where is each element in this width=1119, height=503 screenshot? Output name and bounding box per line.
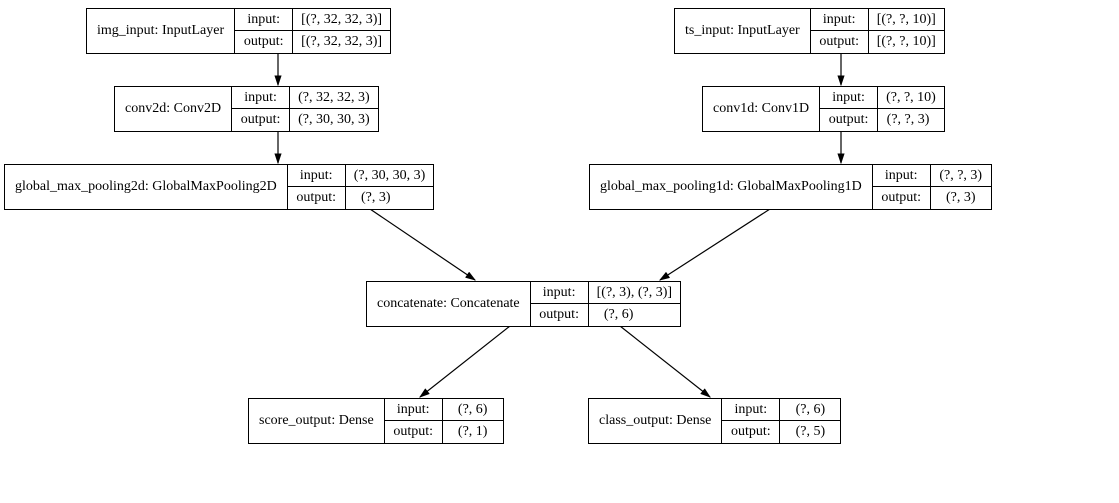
- io-label-output: output:: [235, 31, 293, 53]
- io-value: (?, 6): [589, 304, 649, 326]
- node-label: global_max_pooling2d: GlobalMaxPooling2D: [5, 165, 288, 209]
- node-label: class_output: Dense: [589, 399, 722, 443]
- io-label-input: input:: [722, 399, 780, 420]
- io-value: [(?, 32, 32, 3)]: [293, 9, 390, 30]
- io-label-output: output:: [820, 109, 878, 131]
- node-gmp2d: global_max_pooling2d: GlobalMaxPooling2D…: [4, 164, 434, 210]
- io-value: (?, 1): [443, 421, 503, 443]
- io-value: (?, 3): [346, 187, 406, 209]
- io-label-output: output:: [811, 31, 869, 53]
- node-label: global_max_pooling1d: GlobalMaxPooling1D: [590, 165, 873, 209]
- node-label: score_output: Dense: [249, 399, 385, 443]
- io-label-output: output:: [531, 304, 589, 326]
- io-label-output: output:: [722, 421, 780, 443]
- io-value: [(?, ?, 10)]: [869, 31, 944, 53]
- io-value: [(?, 3), (?, 3)]: [589, 282, 680, 303]
- io-value: (?, ?, 3): [878, 109, 938, 131]
- io-label-input: input:: [811, 9, 869, 30]
- node-label: conv1d: Conv1D: [703, 87, 820, 131]
- io-label-input: input:: [820, 87, 878, 108]
- io-label-input: input:: [232, 87, 290, 108]
- io-label-input: input:: [385, 399, 443, 420]
- io-value: (?, 6): [780, 399, 840, 420]
- node-label: img_input: InputLayer: [87, 9, 235, 53]
- node-img-input: img_input: InputLayer input: [(?, 32, 32…: [86, 8, 391, 54]
- io-value: (?, 30, 30, 3): [346, 165, 434, 186]
- node-conv2d: conv2d: Conv2D input: (?, 32, 32, 3) out…: [114, 86, 379, 132]
- io-label-input: input:: [288, 165, 346, 186]
- io-value: [(?, ?, 10)]: [869, 9, 944, 30]
- io-label-output: output:: [873, 187, 931, 209]
- node-ts-input: ts_input: InputLayer input: [(?, ?, 10)]…: [674, 8, 945, 54]
- io-value: [(?, 32, 32, 3)]: [293, 31, 390, 53]
- io-label-output: output:: [232, 109, 290, 131]
- node-score-output: score_output: Dense input: (?, 6) output…: [248, 398, 504, 444]
- io-value: (?, 32, 32, 3): [290, 87, 378, 108]
- io-value: (?, 6): [443, 399, 503, 420]
- node-class-output: class_output: Dense input: (?, 6) output…: [588, 398, 841, 444]
- io-value: (?, 5): [780, 421, 840, 443]
- node-label: ts_input: InputLayer: [675, 9, 811, 53]
- io-value: (?, ?, 3): [931, 165, 991, 186]
- node-conv1d: conv1d: Conv1D input: (?, ?, 10) output:…: [702, 86, 945, 132]
- io-label-input: input:: [531, 282, 589, 303]
- io-value: (?, ?, 10): [878, 87, 944, 108]
- io-label-output: output:: [288, 187, 346, 209]
- io-value: (?, 3): [931, 187, 991, 209]
- io-value: (?, 30, 30, 3): [290, 109, 378, 131]
- node-label: conv2d: Conv2D: [115, 87, 232, 131]
- node-concatenate: concatenate: Concatenate input: [(?, 3),…: [366, 281, 681, 327]
- node-label: concatenate: Concatenate: [367, 282, 531, 326]
- node-gmp1d: global_max_pooling1d: GlobalMaxPooling1D…: [589, 164, 992, 210]
- io-label-input: input:: [235, 9, 293, 30]
- io-label-output: output:: [385, 421, 443, 443]
- io-label-input: input:: [873, 165, 931, 186]
- graph-edges: [0, 0, 1119, 503]
